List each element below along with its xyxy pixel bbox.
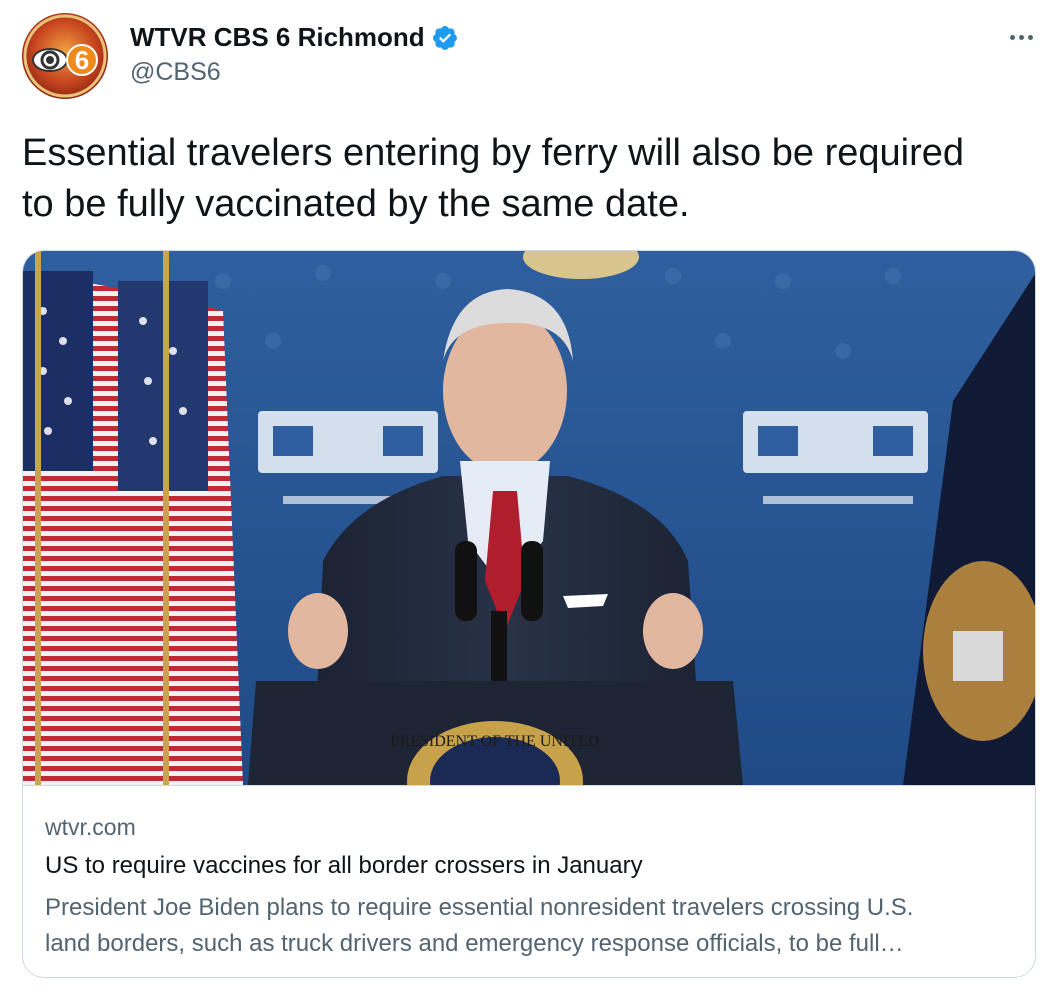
card-title[interactable]: US to require vaccines for all border cr…: [45, 852, 643, 880]
more-dot: [1027, 34, 1033, 40]
more-dot: [1009, 34, 1015, 40]
cbs6-logo-icon: 6: [22, 13, 108, 99]
display-name-row[interactable]: WTVR CBS 6 Richmond: [130, 22, 459, 53]
card-description-line: land borders, such as truck drivers and …: [45, 930, 904, 957]
verified-badge-icon: [431, 24, 459, 52]
tweet-text: Essential travelers entering by ferry wi…: [22, 132, 964, 225]
avatar[interactable]: 6: [22, 13, 108, 99]
avatar-six: 6: [75, 45, 89, 75]
card-domain: wtvr.com: [45, 814, 136, 840]
more-options-icon[interactable]: [1006, 22, 1036, 52]
card-description: President Joe Biden plans to require ess…: [45, 890, 1020, 962]
card-description-line: President Joe Biden plans to require ess…: [45, 894, 914, 921]
more-dot: [1018, 34, 1024, 40]
display-name[interactable]: WTVR CBS 6 Richmond: [130, 22, 425, 53]
handle[interactable]: @CBS6: [130, 58, 221, 87]
link-card[interactable]: PRESIDENT OF THE UNITED wtvr.com US to r…: [22, 250, 1036, 978]
tweet[interactable]: 6 WTVR CBS 6 Richmond @CBS6 Essential tr…: [0, 0, 1058, 996]
card-image[interactable]: PRESIDENT OF THE UNITED: [23, 251, 1035, 841]
card-body[interactable]: wtvr.com US to require vaccines for all …: [23, 785, 1035, 977]
seal-text: PRESIDENT OF THE UNITED: [391, 733, 600, 750]
